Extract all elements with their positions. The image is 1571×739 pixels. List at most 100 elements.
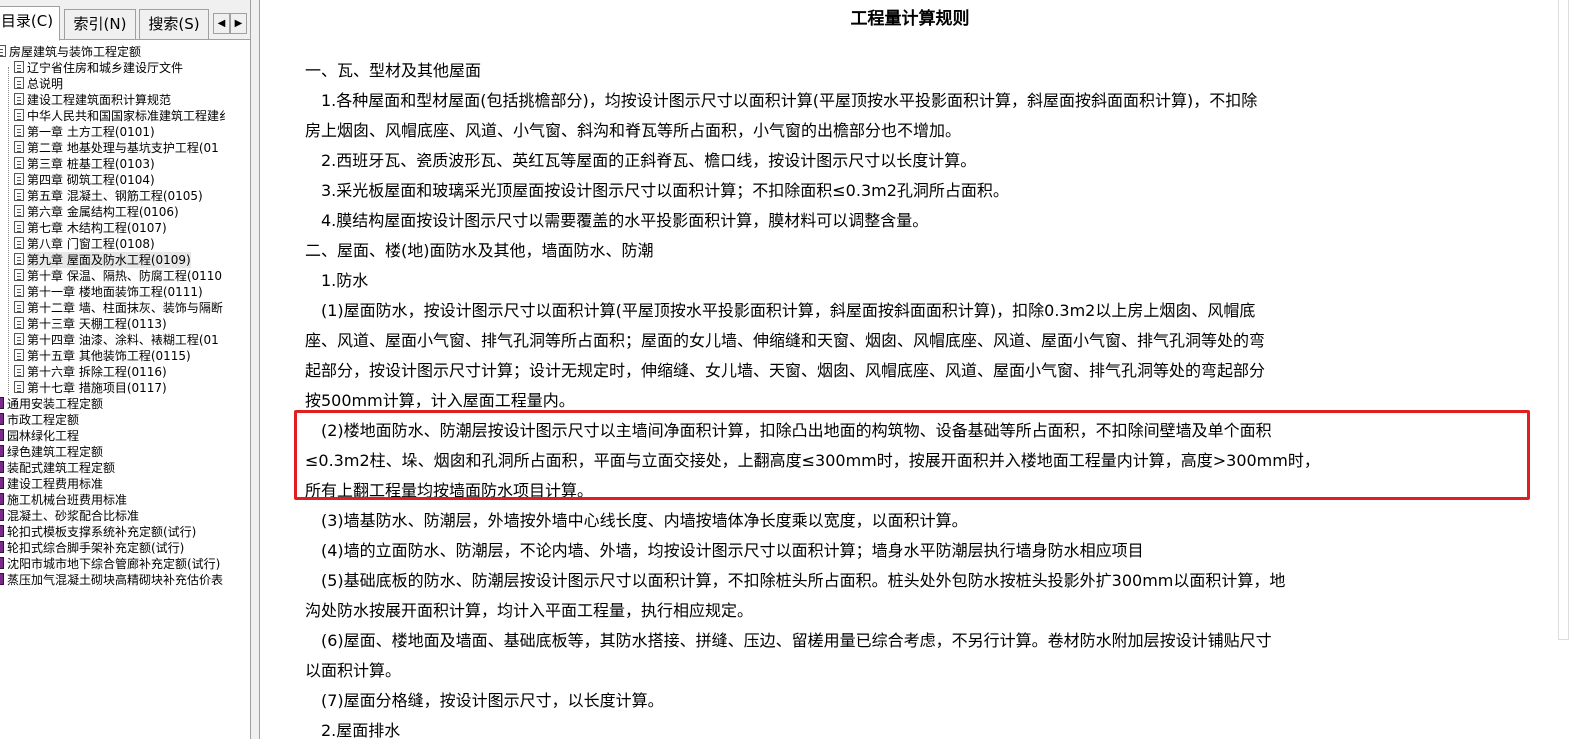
tree-item[interactable]: 通用安装工程定额 [0,395,103,411]
tree-item[interactable]: 沈阳市城市地下综合管廊补充定额(试行) [0,555,220,571]
content-pane: 工程量计算规则 一、瓦、型材及其他屋面 1.各种屋面和型材屋面(包括挑檐部分)，… [260,0,1571,739]
tree-item[interactable]: 第五章 混凝土、钢筋工程(0105) [14,187,203,203]
document-icon [14,284,24,297]
nav-tabbar: 目录(C) 索引(N) 搜索(S) ◀ ▶ [0,0,250,41]
content-line: (1)屋面防水，按设计图示尺寸以面积计算(平屋顶按水平投影面积计算，斜屋面按斜面… [305,301,1256,320]
tree-item[interactable]: 辽宁省住房和城乡建设厅文件 [14,59,183,75]
book-icon [0,476,4,489]
tree-item[interactable]: 第一章 土方工程(0101) [14,123,155,139]
tree-item-label: 施工机械台班费用标准 [7,492,128,507]
tree-item[interactable]: 第十六章 拆除工程(0116) [14,363,167,379]
document-icon [14,364,24,377]
document-icon [14,236,24,249]
tree-item[interactable]: 第八章 门窗工程(0108) [14,235,155,251]
tree-item-label: 第七章 木结构工程(0107) [27,220,167,235]
tree-item-label: 轮扣式模板支撑系统补充定额(试行) [7,524,197,539]
book-icon [0,444,4,457]
content-line: (7)屋面分格缝，按设计图示尺寸，以长度计算。 [305,691,664,710]
tree-item[interactable]: 第三章 桩基工程(0103) [14,155,155,171]
tree-item[interactable]: 建设工程建筑面积计算规范 [14,91,171,107]
navigation-pane: 目录(C) 索引(N) 搜索(S) ◀ ▶ 房屋建筑与装饰工程定额 辽宁省住房和城… [0,0,251,739]
tree-item-label: 第三章 桩基工程(0103) [27,156,155,171]
tree-item[interactable]: 装配式建筑工程定额 [0,459,115,475]
tree-item[interactable]: 房屋建筑与装饰工程定额 [0,43,141,59]
tree-item-label: 第二章 地基处理与基坑支护工程(01 [27,140,219,155]
document-icon [14,156,24,169]
scrollbar-thumb[interactable] [1558,0,1569,640]
tab-search[interactable]: 搜索(S) [139,9,209,39]
content-line: 以面积计算。 [305,661,402,680]
tree-item[interactable]: 第七章 木结构工程(0107) [14,219,167,235]
tree-item-label: 辽宁省住房和城乡建设厅文件 [27,60,184,75]
book-icon [0,508,4,521]
tree-item-label: 第六章 金属结构工程(0106) [27,204,179,219]
tab-contents[interactable]: 目录(C) [0,6,60,41]
tab-index[interactable]: 索引(N) [64,9,136,39]
tree-item-label: 总说明 [27,76,64,91]
tree-item[interactable]: 蒸压加气混凝土砌块高精砌块补充估价表 [0,571,223,587]
tree-item-label: 轮扣式综合脚手架补充定额(试行) [7,540,185,555]
content-line: 房上烟囱、风帽底座、风道、小气窗、斜沟和脊瓦等所占面积，小气窗的出檐部分也不增加… [305,121,962,140]
tree-item[interactable]: 总说明 [14,75,63,91]
tree-item[interactable]: 市政工程定额 [0,411,79,427]
tree-item[interactable]: 建设工程费用标准 [0,475,103,491]
tree-item[interactable]: 第十五章 其他装饰工程(0115) [14,347,191,363]
tree-item[interactable]: 第六章 金属结构工程(0106) [14,203,179,219]
tree-item[interactable]: 第十一章 楼地面装饰工程(0111) [14,283,203,299]
tree-item[interactable]: 第九章 屋面及防水工程(0109) [14,251,191,268]
tab-scroll-left-button[interactable]: ◀ [213,13,230,34]
content-line: 4.膜结构屋面按设计图示尺寸以需要覆盖的水平投影面积计算，膜材料可以调整含量。 [305,211,929,230]
tree-item-label: 绿色建筑工程定额 [7,444,104,459]
content-line: (6)屋面、楼地面及墙面、基础底板等，其防水搭接、拼缝、压边、留槎用量已综合考虑… [305,631,1272,650]
tree-item-label: 沈阳市城市地下综合管廊补充定额(试行) [7,556,221,571]
tree-item[interactable]: 绿色建筑工程定额 [0,443,103,459]
document-icon [14,108,24,121]
tree-item-label: 园林绿化工程 [7,428,80,443]
content-line: (4)墙的立面防水、防潮层，不论内墙、外墙，均按设计图示尺寸以面积计算；墙身水平… [305,541,1144,560]
tree-item[interactable]: 轮扣式模板支撑系统补充定额(试行) [0,523,196,539]
page-title: 工程量计算规则 [850,9,970,29]
tree-item[interactable]: 第十四章 油漆、涂料、裱糊工程(01 [14,331,219,347]
tree-item-label: 第十章 保温、隔热、防腐工程(0110 [27,268,223,283]
document-icon [14,220,24,233]
tree-item[interactable]: 混凝土、砂浆配合比标准 [0,507,139,523]
tree-item[interactable]: 第二章 地基处理与基坑支护工程(01 [14,139,219,155]
book-icon [0,492,4,505]
tree-item[interactable]: 第四章 砌筑工程(0104) [14,171,155,187]
content-scrollbar[interactable] [1556,0,1571,739]
tree-item[interactable]: 第十七章 措施项目(0117) [14,379,167,395]
tree-item[interactable]: 第十三章 天棚工程(0113) [14,315,167,331]
tree-item[interactable]: 第十章 保温、隔热、防腐工程(0110 [14,267,222,283]
tab-scroll-right-button[interactable]: ▶ [230,13,247,34]
tree-item-label: 第一章 土方工程(0101) [27,124,155,139]
tree-item-label: 市政工程定额 [7,412,80,427]
tree-item[interactable]: 轮扣式综合脚手架补充定额(试行) [0,539,184,555]
pane-splitter[interactable] [251,0,260,739]
tree-item[interactable]: 第十二章 墙、柱面抹灰、装饰与隔断 [14,299,223,315]
tree-item-label: 通用安装工程定额 [7,396,104,411]
tree-item[interactable]: 施工机械台班费用标准 [0,491,127,507]
document-icon [14,124,24,137]
content-line: 1.各种屋面和型材屋面(包括挑檐部分)，均按设计图示尺寸以面积计算(平屋顶按水平… [305,91,1258,110]
tree-item-label: 第十五章 其他装饰工程(0115) [27,348,191,363]
content-line: 座、风道、屋面小气窗、排气孔洞等所占面积；屋面的女儿墙、伸缩缝和天窗、烟囱、风帽… [305,331,1266,350]
tree-item-label: 第十三章 天棚工程(0113) [27,316,167,331]
tree-item-label: 混凝土、砂浆配合比标准 [7,508,140,523]
document-icon [14,268,24,281]
document-icon [14,316,24,329]
tree-item[interactable]: 园林绿化工程 [0,427,79,443]
tree-item-label: 第十一章 楼地面装饰工程(0111) [27,284,203,299]
tree-item-label: 第十四章 油漆、涂料、裱糊工程(01 [27,332,219,347]
document-icon [14,60,24,73]
tree-item-label: 房屋建筑与装饰工程定额 [9,44,142,59]
document-icon [14,204,24,217]
book-icon [0,540,4,553]
tree-item-label: 第十六章 拆除工程(0116) [27,364,167,379]
content-line: 一、瓦、型材及其他屋面 [305,61,482,80]
document-icon [14,92,24,105]
document-icon [14,380,24,393]
tree-item-label: 建设工程费用标准 [7,476,104,491]
tree-item[interactable]: 中华人民共和国国家标准建筑工程建纟 [14,107,231,123]
document-icon [14,188,24,201]
tree-item-label: 中华人民共和国国家标准建筑工程建纟 [27,108,232,123]
